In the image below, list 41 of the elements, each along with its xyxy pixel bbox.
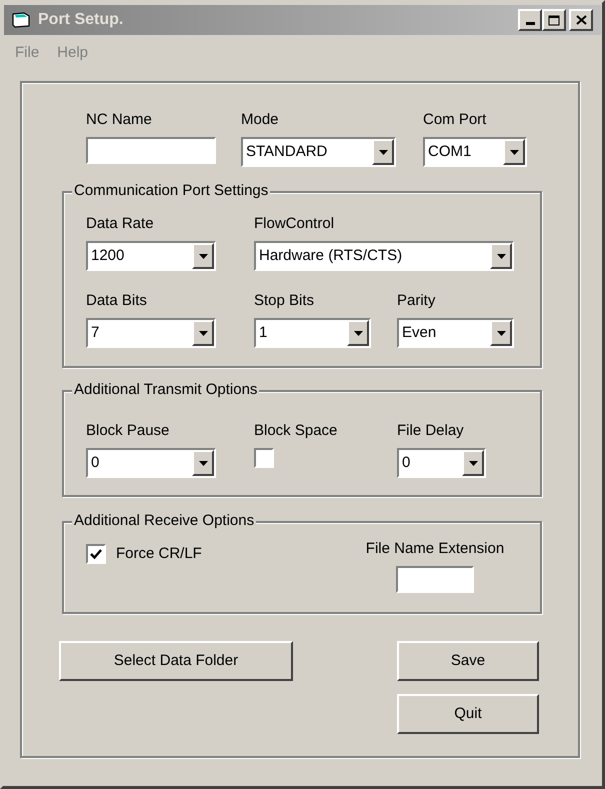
field-label: Data Rate — [86, 215, 155, 233]
field-label: NC Name — [86, 111, 153, 129]
minimize-icon — [526, 22, 534, 25]
window-title: Port Setup. — [38, 10, 124, 30]
field-label: Stop Bits — [254, 292, 316, 310]
dropdown-field[interactable]: 0 — [397, 448, 486, 478]
dropdown-field[interactable]: COM1 — [423, 137, 527, 167]
field-label: Mode — [241, 111, 280, 129]
window-icon — [12, 12, 30, 28]
field-label: Block Pause — [86, 422, 170, 440]
dropdown-field[interactable]: 1 — [254, 318, 371, 348]
dialog-button[interactable]: Quit — [397, 694, 539, 734]
dropdown-field[interactable]: Hardware (RTS/CTS) — [254, 241, 514, 271]
field-label: FlowControl — [254, 215, 336, 233]
dropdown-field[interactable]: 0 — [86, 448, 216, 478]
dialog-button[interactable]: Save — [397, 641, 539, 681]
dropdown-field[interactable]: STANDARD — [241, 137, 396, 167]
group-title: Additional Transmit Options — [72, 381, 260, 399]
field-label: File Delay — [397, 422, 465, 440]
field-label: Parity — [397, 292, 436, 310]
dropdown-field[interactable]: 1200 — [86, 241, 216, 271]
group-title: Communication Port Settings — [72, 182, 270, 200]
select-folder-button[interactable]: Select Data Folder — [59, 641, 293, 681]
field-label: Block Space — [254, 422, 338, 440]
field-label: Com Port — [423, 111, 488, 129]
close-icon — [576, 15, 586, 25]
checkbox[interactable] — [254, 448, 274, 468]
dropdown-field[interactable]: Even — [397, 318, 514, 348]
close-button[interactable] — [569, 9, 593, 31]
check-icon — [90, 548, 102, 560]
maximize-button[interactable] — [542, 9, 566, 31]
text-field[interactable] — [396, 566, 474, 593]
field-label: File Name Extension — [366, 540, 504, 558]
dropdown-field[interactable]: 7 — [86, 318, 216, 348]
group-title: Additional Receive Options — [72, 512, 256, 530]
checkbox[interactable] — [86, 544, 106, 564]
minimize-button[interactable] — [518, 9, 542, 31]
maximize-icon — [548, 14, 560, 26]
checkbox-label: Force CR/LF — [116, 544, 202, 564]
field-label: Data Bits — [86, 292, 148, 310]
text-field[interactable] — [86, 137, 216, 164]
